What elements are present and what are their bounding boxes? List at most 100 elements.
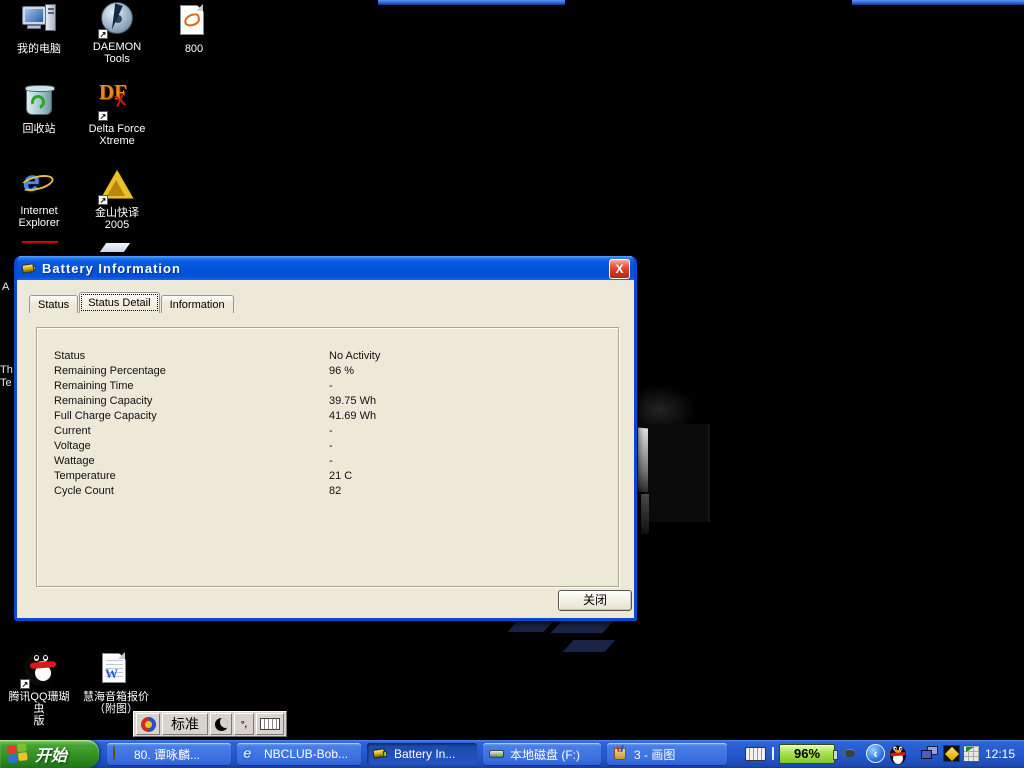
desktop-icon-label: Delta Force Xtreme	[82, 123, 152, 147]
desktop-icon-my-computer[interactable]: 我的电脑	[8, 4, 70, 55]
start-label: 开始	[35, 742, 67, 766]
ime-punctuation-icon[interactable]: °,	[234, 713, 254, 735]
close-icon[interactable]: X	[609, 259, 630, 279]
wallpaper-stripe	[551, 621, 614, 633]
info-row-remaining-capacity: Remaining Capacity39.75 Wh	[54, 395, 594, 410]
battery-icon	[21, 261, 37, 275]
info-row-remaining-percentage: Remaining Percentage96 %	[54, 365, 594, 380]
qq-tray-icon[interactable]	[889, 744, 907, 765]
battery-monitor-tray-icon[interactable]	[963, 745, 980, 762]
desktop-icon-label: 金山快译 2005	[86, 207, 148, 231]
shortcut-arrow-icon: ↗	[98, 111, 108, 121]
gold-disc-icon	[113, 746, 129, 762]
desktop-icon-label: DAEMON Tools	[82, 41, 152, 65]
partial-window-top-1	[378, 0, 565, 5]
start-button[interactable]: 开始	[0, 740, 99, 768]
taskbar-button-music[interactable]: 80. 谭咏麟...	[107, 743, 231, 765]
ie-icon: e	[243, 746, 259, 762]
info-row-status: StatusNo Activity	[54, 350, 594, 365]
tray-separator	[772, 747, 774, 760]
disk-drive-icon	[489, 746, 505, 762]
info-row-voltage: Voltage-	[54, 440, 594, 455]
row-value: 21 C	[329, 470, 594, 485]
dialog-title: Battery Information	[42, 261, 181, 276]
recycle-bin-icon	[21, 84, 57, 120]
word-document-icon: W	[98, 652, 134, 688]
info-row-remaining-time: Remaining Time-	[54, 380, 594, 395]
desktop-icon-huihai-doc[interactable]: W 慧海音箱报价 （附图）	[82, 652, 150, 715]
battery-icon	[373, 746, 389, 762]
battery-meter[interactable]: 96%	[779, 744, 835, 764]
taskbar-button-label: NBCLUB-Bob...	[264, 747, 348, 761]
desktop-icon-label: Internet Explorer	[8, 205, 70, 229]
desktop-icon-internet-explorer[interactable]: e Internet Explorer	[8, 166, 70, 229]
taskbar-button-paint-group[interactable]: 3 - 画图	[607, 743, 727, 765]
tab-information[interactable]: Information	[161, 295, 234, 313]
shortcut-arrow-icon: ↗	[98, 195, 108, 205]
desktop-icon-label: 我的电脑	[8, 43, 70, 55]
tray-collapse-icon[interactable]: ‹	[866, 744, 885, 763]
taskbar-button-label: 本地磁盘 (F:)	[510, 746, 580, 763]
tab-strip: Status Status Detail Information	[29, 292, 235, 313]
row-label: Cycle Count	[54, 485, 329, 500]
row-label: Current	[54, 425, 329, 440]
qq-penguin-icon: ↗	[21, 652, 57, 688]
ime-keyboard-icon[interactable]	[256, 713, 284, 735]
network-tray-icon[interactable]	[921, 746, 939, 761]
delta-force-icon: DFX↗	[99, 84, 135, 120]
desktop-icon-kingsoft[interactable]: ↗ 金山快译 2005	[86, 168, 148, 231]
desktop-icon-label: 腾讯QQ珊瑚虫 版	[6, 691, 72, 727]
ime-fullwidth-icon[interactable]	[210, 713, 232, 735]
hidden-icon-fragment: Th	[0, 364, 13, 376]
row-label: Remaining Percentage	[54, 365, 329, 380]
row-label: Voltage	[54, 440, 329, 455]
desktop-icon-delta-force[interactable]: DFX↗ Delta Force Xtreme	[82, 84, 152, 147]
wallpaper-shape	[648, 424, 710, 522]
row-label: Remaining Time	[54, 380, 329, 395]
desktop-icon-daemon-tools[interactable]: ↗ DAEMON Tools	[82, 2, 152, 65]
windows-logo-icon	[7, 743, 31, 765]
tab-status-detail[interactable]: Status Detail	[79, 292, 159, 313]
daemon-tools-icon: ↗	[99, 2, 135, 38]
wallpaper-stripe	[563, 640, 616, 652]
tab-status[interactable]: Status	[29, 295, 78, 313]
row-label: Remaining Capacity	[54, 395, 329, 410]
taskbar-button-battery-info[interactable]: Battery In...	[367, 743, 477, 765]
taskbar-button-local-disk-f[interactable]: 本地磁盘 (F:)	[483, 743, 601, 765]
desktop-icon-qq[interactable]: ↗ 腾讯QQ珊瑚虫 版	[6, 652, 72, 727]
ime-logo-icon[interactable]	[136, 713, 160, 735]
taskbar-button-nbclub[interactable]: e NBCLUB-Bob...	[237, 743, 361, 765]
status-detail-rows: StatusNo Activity Remaining Percentage96…	[54, 350, 594, 500]
hidden-icon-fragment	[22, 241, 58, 243]
info-row-wattage: Wattage-	[54, 455, 594, 470]
shortcut-arrow-icon: ↗	[98, 29, 108, 39]
desktop-icon-800[interactable]: 800	[168, 4, 220, 55]
battery-information-dialog: Battery Information X Status Status Deta…	[14, 256, 637, 621]
clock[interactable]: 12:15	[985, 747, 1015, 761]
row-value: -	[329, 425, 594, 440]
close-button[interactable]: 关闭	[558, 590, 632, 611]
taskbar-button-label: Battery In...	[394, 747, 455, 761]
desktop-icon-recycle-bin[interactable]: 回收站	[10, 84, 68, 135]
info-row-full-charge-capacity: Full Charge Capacity41.69 Wh	[54, 410, 594, 425]
status-detail-groupbox: StatusNo Activity Remaining Percentage96…	[36, 327, 619, 587]
shortcut-arrow-icon: ↗	[20, 679, 30, 689]
desktop-icon-label: 800	[168, 43, 220, 55]
info-row-cycle-count: Cycle Count82	[54, 485, 594, 500]
daemon-tools-tray-icon[interactable]	[943, 745, 960, 762]
taskbar-button-label: 3 - 画图	[634, 746, 675, 763]
row-value: 39.75 Wh	[329, 395, 594, 410]
row-value: 41.69 Wh	[329, 410, 594, 425]
row-value: -	[329, 455, 594, 470]
wallpaper-shape	[641, 494, 649, 534]
wallpaper-shape	[638, 427, 648, 492]
row-label: Temperature	[54, 470, 329, 485]
row-value: -	[329, 440, 594, 455]
document-icon	[176, 4, 212, 40]
ime-mode-button[interactable]: 标准	[162, 713, 208, 735]
dialog-titlebar[interactable]: Battery Information X	[17, 256, 634, 280]
ac-plug-icon[interactable]	[842, 748, 858, 758]
row-value: -	[329, 380, 594, 395]
input-method-keyboard-icon[interactable]	[745, 747, 766, 761]
taskbar-button-label: 80. 谭咏麟...	[134, 746, 200, 763]
